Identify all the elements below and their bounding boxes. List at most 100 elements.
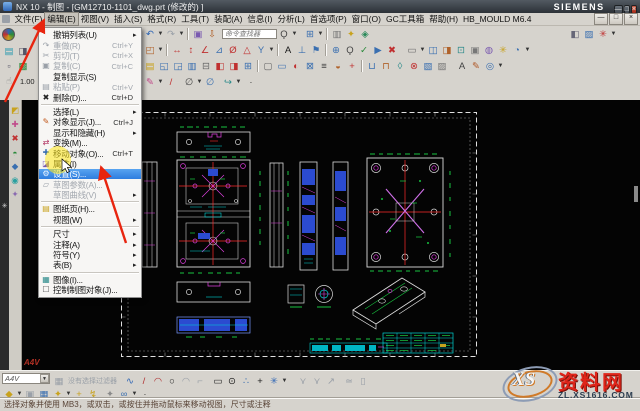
side-toolbar-icon-4[interactable]: ◆ <box>9 160 21 173</box>
side-toolbar-icon-6[interactable]: ✦ <box>9 188 21 201</box>
menubar-item-12[interactable]: 帮助(H) <box>427 13 461 25</box>
toolbar-icon[interactable]: ◍ <box>482 44 496 57</box>
toolbar-icon[interactable]: ◊ <box>393 60 407 73</box>
side-toolbar-icon-1[interactable]: ✚ <box>9 118 21 131</box>
toolbar-icon[interactable]: Y <box>254 44 268 57</box>
menu-item-27[interactable]: ☐控制制图对象(J)... <box>39 285 141 295</box>
toolbar-icon[interactable]: ▣ <box>191 28 205 41</box>
menubar-item-9[interactable]: 首选项(P) <box>307 13 349 25</box>
toolbar-icon[interactable]: ◒ <box>331 60 345 73</box>
toolbar-icon[interactable]: ▧ <box>421 60 435 73</box>
toolbar-icon[interactable]: + <box>253 375 267 388</box>
toolbar-icon[interactable]: ○ <box>165 375 179 388</box>
toolbar-icon[interactable]: ⊟ <box>199 60 213 73</box>
toolbar-icon[interactable]: ⊙ <box>225 375 239 388</box>
nx-start-icon[interactable] <box>2 28 15 41</box>
toolbar-icon[interactable]: ⋎ <box>310 375 324 388</box>
toolbar-icon[interactable]: ⊓ <box>379 60 393 73</box>
toolbar-icon[interactable]: ⌐ <box>193 375 207 388</box>
toolbar-icon[interactable]: ▤ <box>2 45 16 58</box>
toolbar-icon[interactable]: ☝ <box>2 75 16 88</box>
toolbar-icon[interactable]: ◨ <box>227 60 241 73</box>
chevron-down-icon[interactable]: ▼ <box>291 31 298 37</box>
toolbar-icon[interactable]: ⊿ <box>212 44 226 57</box>
side-toolbar-icon-2[interactable]: ✖ <box>9 132 21 145</box>
menubar-item-11[interactable]: GC工具箱 <box>383 13 426 25</box>
menu-item-19[interactable]: 视图(W)▸ <box>39 215 141 225</box>
toolbar-icon[interactable]: ↶ <box>143 28 157 41</box>
gear-icon[interactable]: ✳ <box>0 202 9 210</box>
side-toolbar-icon-3[interactable]: ◓ <box>9 146 21 159</box>
toolbar-icon[interactable]: ▨ <box>582 28 596 41</box>
chevron-down-icon[interactable]: ▼ <box>524 47 531 53</box>
toolbar-icon[interactable]: ⇩ <box>205 28 219 41</box>
toolbar-icon[interactable]: ▤ <box>143 60 157 73</box>
chevron-down-icon[interactable]: ▼ <box>281 378 288 384</box>
toolbar-icon[interactable]: ⊠ <box>303 60 317 73</box>
toolbar-icon[interactable]: ◠ <box>179 375 193 388</box>
command-finder-input[interactable] <box>222 29 277 39</box>
chevron-down-icon[interactable]: ▼ <box>196 79 203 85</box>
chevron-down-icon[interactable]: ▼ <box>497 63 504 69</box>
toolbar-icon[interactable]: ✦ <box>344 28 358 41</box>
toolbar-icon[interactable]: ✓ <box>357 44 371 57</box>
toolbar-icon[interactable]: / <box>164 76 178 89</box>
side-toolbar-icon-0[interactable]: ◩ <box>9 104 21 117</box>
menubar-item-2[interactable]: 视图(V) <box>78 13 111 25</box>
active-view-combo[interactable]: A4V ▼ <box>2 373 50 384</box>
toolbar-icon[interactable]: ⊞ <box>241 60 255 73</box>
chevron-down-icon[interactable]: ▼ <box>157 47 164 53</box>
toolbar-icon[interactable]: ↗ <box>324 375 338 388</box>
toolbar-icon[interactable]: A <box>455 60 469 73</box>
toolbar-icon[interactable]: ▨ <box>435 60 449 73</box>
toolbar-icon[interactable]: ▣ <box>468 44 482 57</box>
chevron-down-icon[interactable]: ▼ <box>268 47 275 53</box>
toolbar-icon[interactable]: ✎ <box>143 76 157 89</box>
toolbar-icon[interactable]: ✳ <box>267 375 281 388</box>
toolbar-icon[interactable]: Ϙ <box>343 44 357 57</box>
menu-item-16[interactable]: 草图曲线(V)▸ <box>39 190 141 200</box>
menubar-item-3[interactable]: 插入(S) <box>112 13 145 25</box>
toolbar-icon[interactable]: ⋎ <box>296 375 310 388</box>
toolbar-icon[interactable]: ∅ <box>182 76 196 89</box>
toolbar-icon[interactable]: ↷ <box>164 28 178 41</box>
toolbar-icon[interactable]: ◈ <box>358 28 372 41</box>
doc-minimize-button[interactable]: — <box>594 13 608 25</box>
toolbar-icon[interactable]: ⊔ <box>365 60 379 73</box>
toolbar-icon[interactable]: ⊕ <box>329 44 343 57</box>
toolbar-icon[interactable]: ▯ <box>356 375 370 388</box>
canvas-scrollbar-thumb[interactable] <box>634 186 638 202</box>
toolbar-icon[interactable]: ⊡ <box>454 44 468 57</box>
toolbar-icon[interactable]: ◰ <box>143 44 157 57</box>
toolbar-icon[interactable]: ◐ <box>289 60 303 73</box>
toolbar-icon[interactable]: ▫ <box>2 60 16 73</box>
menubar-item-4[interactable]: 格式(R) <box>145 13 179 25</box>
toolbar-icon[interactable]: ◠ <box>151 375 165 388</box>
toolbar-icon[interactable]: ◧ <box>213 60 227 73</box>
chevron-down-icon[interactable]: ▼ <box>157 31 164 37</box>
toolbar-icon[interactable]: △ <box>240 44 254 57</box>
menubar-item-6[interactable]: 装配(A) <box>212 13 245 25</box>
menubar-item-1[interactable]: 编辑(E) <box>45 13 78 25</box>
chevron-down-icon[interactable]: ▼ <box>610 31 617 37</box>
toolbar-icon[interactable]: ⊗ <box>407 60 421 73</box>
toolbar-icon[interactable]: ▥ <box>330 28 344 41</box>
toolbar-icon[interactable]: · <box>244 76 258 89</box>
toolbar-icon[interactable]: ⊞ <box>303 28 317 41</box>
toolbar-icon[interactable]: ≃ <box>342 375 356 388</box>
toolbar-icon[interactable]: Ϙ <box>277 28 291 41</box>
menu-item-24[interactable]: 表(B)▸ <box>39 260 141 270</box>
toolbar-icon[interactable]: ✳ <box>496 44 510 57</box>
toolbar-icon[interactable]: / <box>137 375 151 388</box>
menu-item-6[interactable]: ✖删除(D)...Ctrl+D <box>39 92 141 102</box>
toolbar-icon[interactable]: ↕ <box>184 44 198 57</box>
menubar-item-10[interactable]: 窗口(O) <box>349 13 383 25</box>
toolbar-icon[interactable]: ◱ <box>157 60 171 73</box>
toolbar-icon[interactable]: ▦ <box>52 375 66 388</box>
toolbar-icon[interactable]: ⊥ <box>295 44 309 57</box>
toolbar-icon[interactable]: ◧ <box>568 28 582 41</box>
toolbar-icon[interactable]: ◫ <box>426 44 440 57</box>
toolbar-icon[interactable]: ▭ <box>405 44 419 57</box>
toolbar-icon[interactable]: ◨ <box>16 45 30 58</box>
toolbar-icon[interactable]: ▥ <box>185 60 199 73</box>
